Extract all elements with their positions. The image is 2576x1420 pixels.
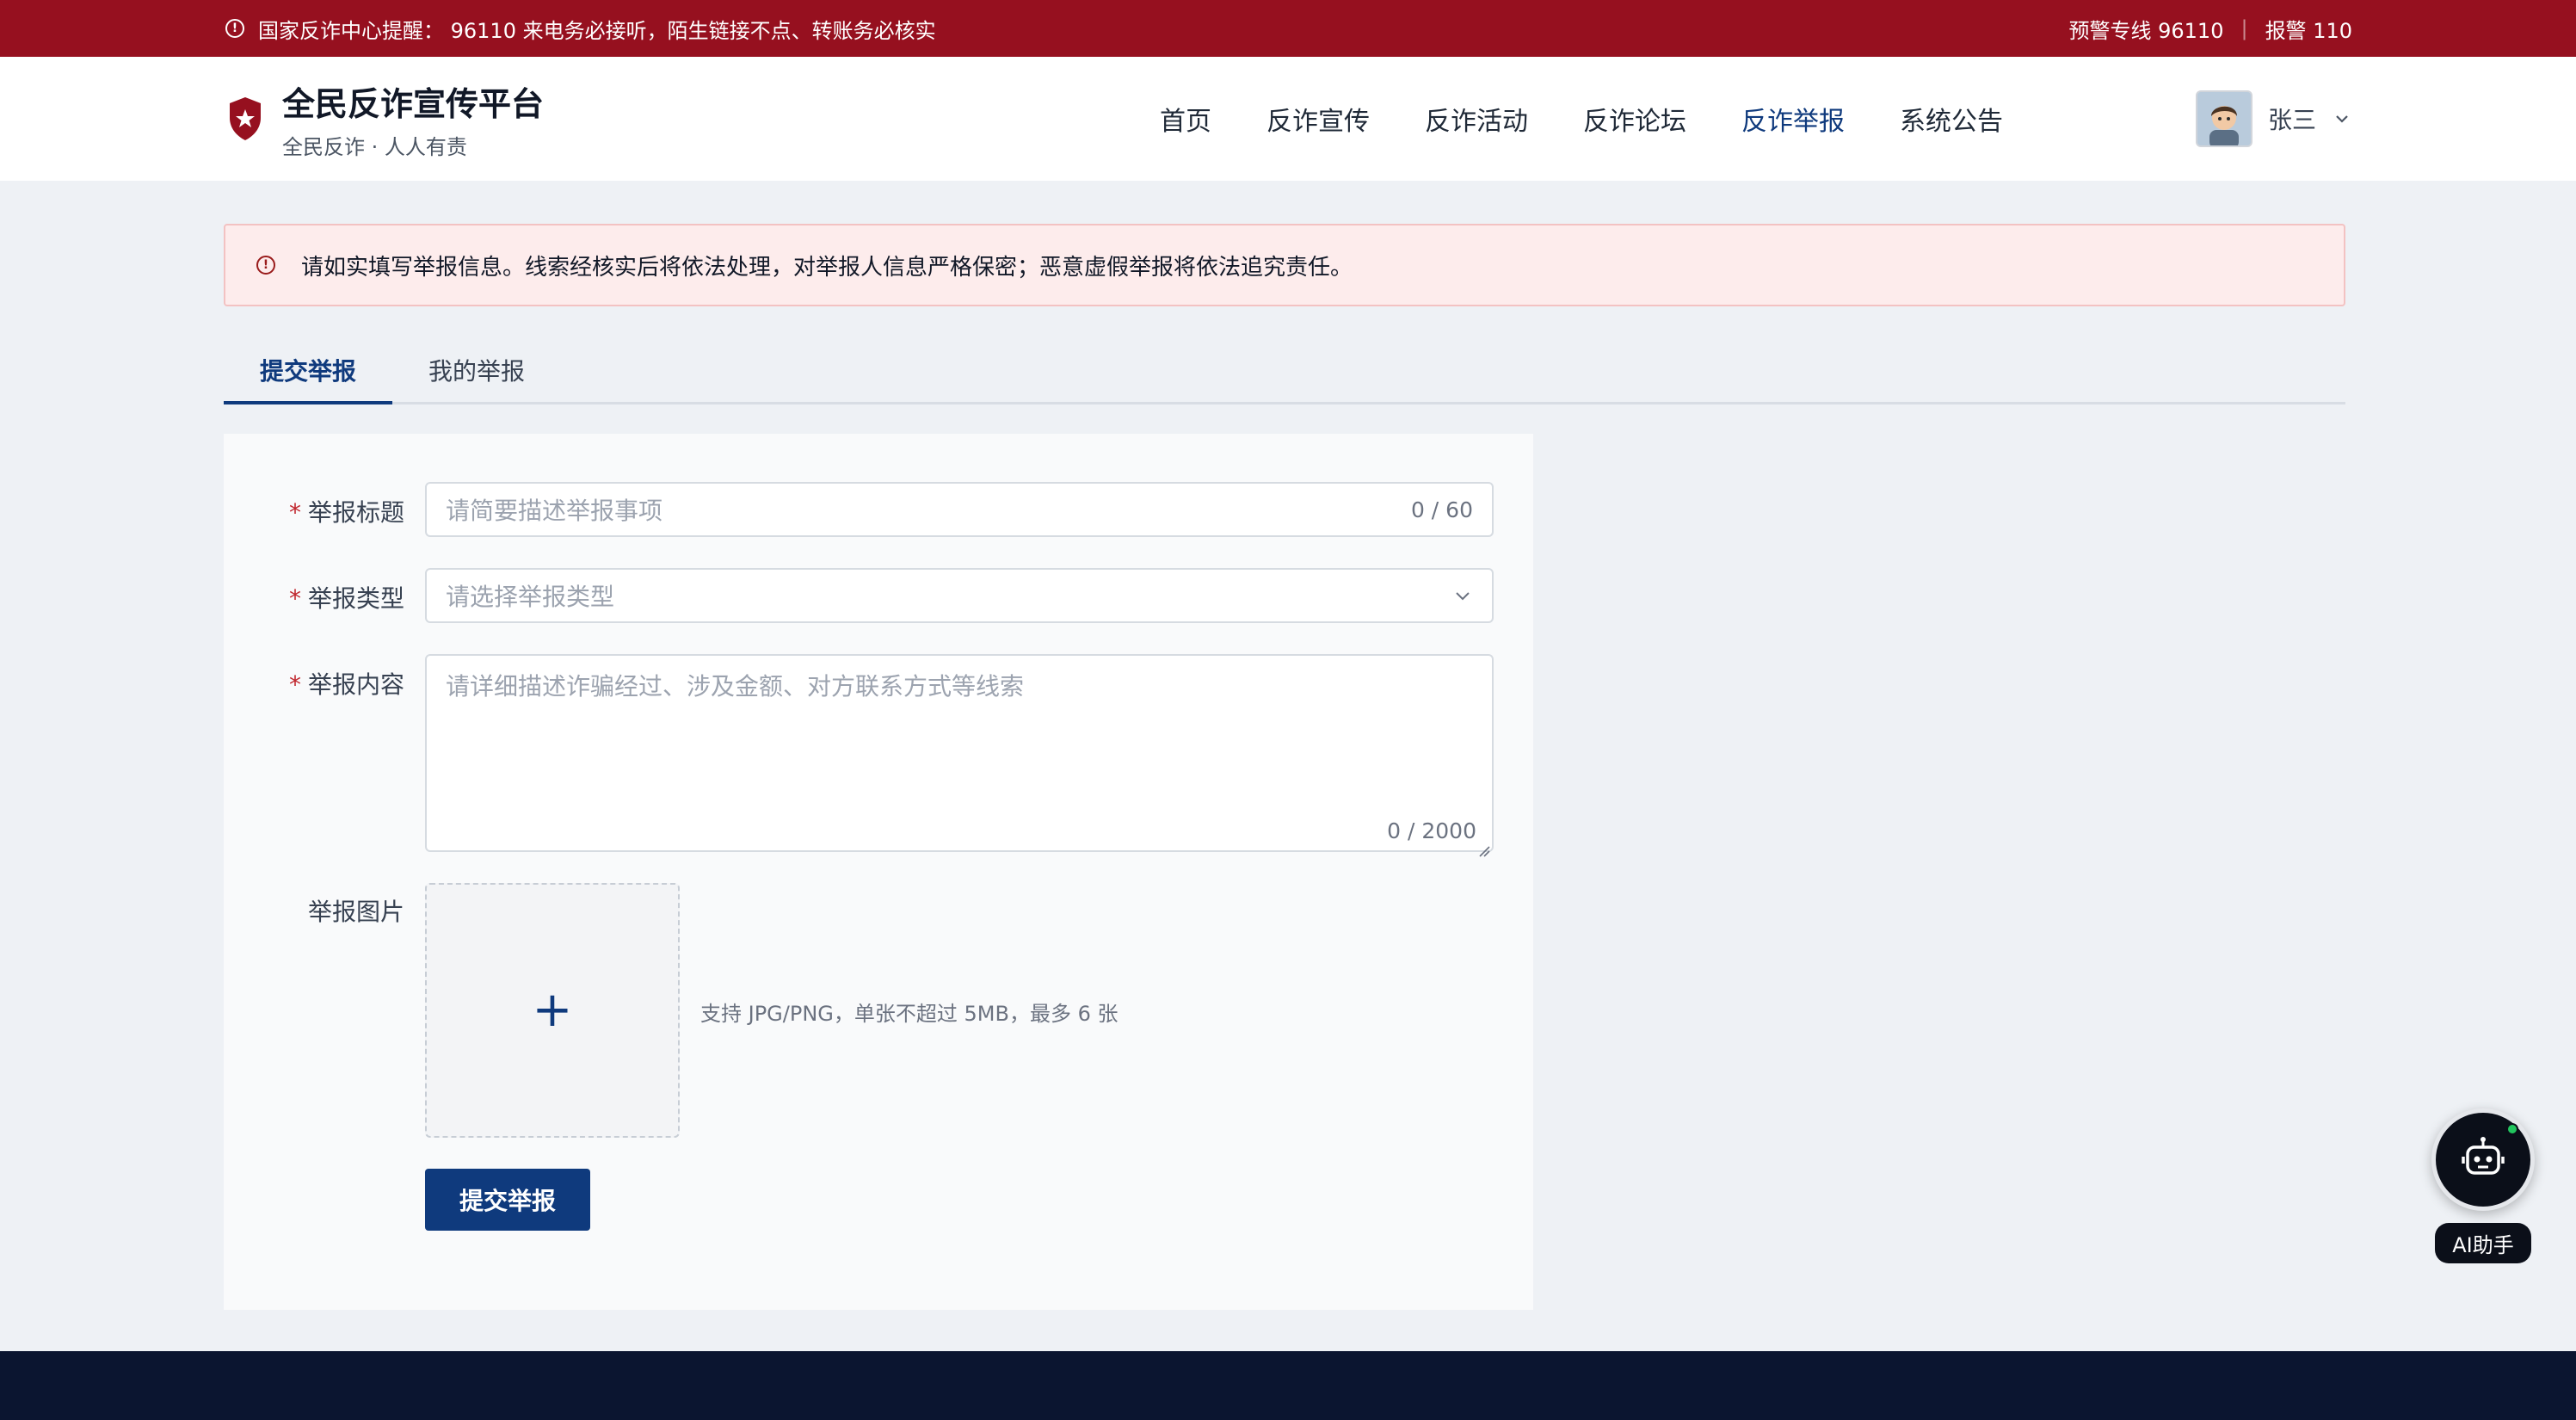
info-icon: !	[225, 19, 244, 38]
image-upload-button[interactable]: +	[425, 883, 680, 1138]
robot-icon	[2459, 1134, 2507, 1186]
hotline-info: 预警专线 96110 | 报警 110	[2068, 14, 2352, 44]
police-text: 报警 110	[2265, 18, 2352, 43]
content-placeholder: 请详细描述诈骗经过、涉及金额、对方联系方式等线索	[446, 672, 1025, 701]
online-status-dot	[2506, 1123, 2518, 1135]
resize-handle-icon[interactable]	[1476, 835, 1490, 857]
top-alert-bar: ! 国家反诈中心提醒： 96110 来电务必接听，陌生链接不点、转账务必核实 预…	[0, 0, 2576, 57]
report-notice: ! 请如实填写举报信息。线索经核实后将依法处理，对举报人信息严格保密；恶意虚假举…	[224, 224, 2345, 306]
report-form: * 举报标题 请简要描述举报事项 0 / 60 * 举报类型 请选择举报类型 * 举报…	[224, 434, 1533, 1310]
separator: |	[2240, 16, 2248, 40]
site-subtitle: 全民反诈 · 人人有责	[282, 135, 467, 159]
ai-assistant-button[interactable]	[2431, 1108, 2535, 1211]
site-header: 全民反诈宣传平台 全民反诈 · 人人有责 首页 反诈宣传 反诈活动 反诈论坛 反…	[0, 57, 2576, 181]
notice-text: 请如实填写举报信息。线索经核实后将依法处理，对举报人信息严格保密；恶意虚假举报将…	[301, 254, 1353, 281]
nav-activities[interactable]: 反诈活动	[1425, 100, 1528, 138]
content-counter: 0 / 2000	[1387, 818, 1476, 843]
report-tabs: 提交举报 我的举报	[224, 341, 2345, 404]
alert-text: 国家反诈中心提醒： 96110 来电务必接听，陌生链接不点、转账务必核实	[258, 18, 936, 43]
user-menu[interactable]: 张三	[2195, 90, 2352, 147]
user-name: 张三	[2267, 106, 2316, 134]
shield-star-icon	[225, 95, 265, 143]
required-mark: *	[288, 498, 301, 527]
type-select[interactable]: 请选择举报类型	[425, 568, 1494, 623]
chevron-down-icon	[1452, 585, 1473, 606]
plus-icon: +	[532, 982, 573, 1038]
required-mark: *	[288, 670, 301, 699]
upload-hint: 支持 JPG/PNG，单张不超过 5MB，最多 6 张	[700, 1002, 1119, 1026]
images-label: 举报图片	[307, 898, 404, 926]
title-label-text: 举报标题	[307, 498, 404, 527]
type-placeholder: 请选择举报类型	[446, 583, 615, 611]
type-label-text: 举报类型	[307, 584, 404, 613]
content-label: * 举报内容	[224, 666, 404, 701]
nav-propaganda[interactable]: 反诈宣传	[1266, 100, 1370, 138]
brand[interactable]: 全民反诈宣传平台 全民反诈 · 人人有责	[225, 77, 707, 160]
hotline-text: 预警专线 96110	[2068, 18, 2224, 43]
nav-forum[interactable]: 反诈论坛	[1583, 100, 1686, 138]
content-textarea[interactable]: 请详细描述诈骗经过、涉及金额、对方联系方式等线索 0 / 2000	[425, 654, 1494, 857]
type-label: * 举报类型	[224, 580, 404, 614]
required-mark: *	[288, 584, 301, 613]
site-title: 全民反诈宣传平台	[282, 85, 545, 123]
main-nav: 首页 反诈宣传 反诈活动 反诈论坛 反诈举报 系统公告	[1160, 100, 2003, 138]
nav-announcements[interactable]: 系统公告	[1900, 100, 2003, 138]
title-input[interactable]: 请简要描述举报事项 0 / 60	[425, 482, 1494, 537]
tab-submit-report[interactable]: 提交举报	[224, 338, 393, 404]
info-icon: !	[256, 256, 275, 275]
title-counter: 0 / 60	[1410, 497, 1473, 522]
site-footer	[0, 1351, 2576, 1420]
title-label: * 举报标题	[224, 494, 404, 528]
content-label-text: 举报内容	[307, 670, 404, 699]
nav-home[interactable]: 首页	[1160, 100, 1211, 138]
avatar	[2195, 90, 2252, 147]
tab-my-reports[interactable]: 我的举报	[392, 338, 561, 402]
chevron-down-icon	[2332, 108, 2352, 129]
submit-report-button[interactable]: 提交举报	[425, 1169, 590, 1231]
nav-report[interactable]: 反诈举报	[1741, 100, 1845, 138]
title-placeholder: 请简要描述举报事项	[446, 497, 663, 525]
ai-assistant[interactable]: AI助手	[2431, 1108, 2535, 1263]
alert-message: ! 国家反诈中心提醒： 96110 来电务必接听，陌生链接不点、转账务必核实	[225, 14, 936, 44]
ai-assistant-label: AI助手	[2435, 1223, 2531, 1263]
